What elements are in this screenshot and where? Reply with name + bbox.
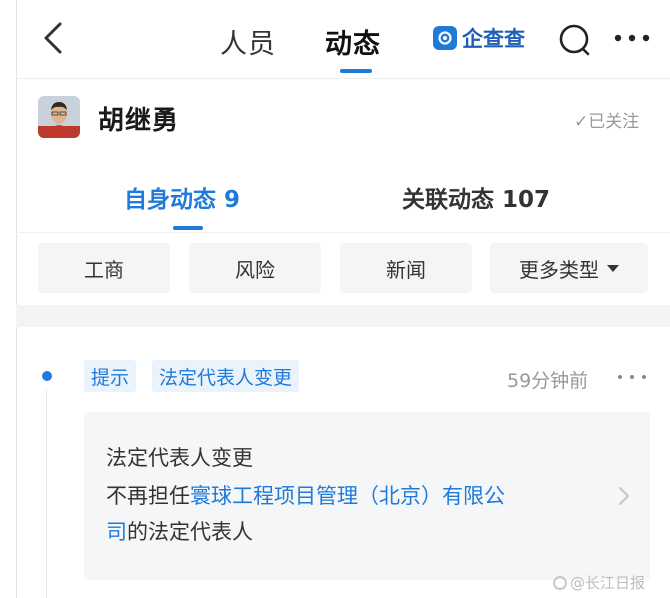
chevron-right-icon — [619, 487, 629, 505]
back-arrow-icon[interactable] — [38, 18, 72, 58]
divider — [16, 232, 670, 233]
filter-label: 更多类型 — [519, 257, 599, 282]
filter-label: 新闻 — [386, 257, 426, 282]
filter-news[interactable]: 新闻 — [340, 243, 472, 293]
tab-self-activity[interactable]: 自身动态 9 — [124, 180, 240, 214]
card-text: 的法定代表人 — [127, 520, 253, 544]
left-divider — [16, 0, 17, 598]
brand-name: 企查查 — [462, 27, 525, 51]
tag-hint: 提示 — [84, 360, 137, 392]
person-name: 胡继勇 — [98, 106, 180, 136]
qichacha-brand-button[interactable]: 企查查 — [433, 24, 525, 52]
company-link-continued[interactable]: 司 — [106, 520, 127, 544]
card-text: 不再担任 — [106, 484, 190, 508]
tab-people[interactable]: 人员 — [220, 22, 276, 61]
card-line-2: 不再担任寰球工程项目管理（北京）有限公 — [106, 480, 505, 510]
watermark-logo-icon — [553, 575, 567, 590]
qichacha-logo-icon — [433, 26, 457, 50]
watermark-text: @长江日报 — [570, 574, 646, 592]
divider — [16, 78, 670, 79]
filter-risk[interactable]: 风险 — [189, 243, 321, 293]
top-nav-bar: 人员 动态 企查查 — [0, 0, 670, 78]
search-icon[interactable] — [557, 22, 593, 58]
active-subtab-indicator — [173, 226, 203, 230]
feed-timestamp: 59分钟前 — [507, 370, 589, 392]
caret-down-icon — [607, 264, 619, 272]
follow-status-button[interactable]: ✓已关注 — [574, 107, 639, 132]
section-separator — [16, 305, 670, 327]
filter-business[interactable]: 工商 — [38, 243, 170, 293]
tab-activity[interactable]: 动态 — [325, 22, 381, 61]
card-line-3: 司的法定代表人 — [106, 516, 253, 546]
tab-related-activity[interactable]: 关联动态 107 — [402, 180, 550, 214]
more-options-icon[interactable] — [612, 26, 652, 50]
timeline-line — [46, 390, 47, 598]
feed-card[interactable]: 法定代表人变更 不再担任寰球工程项目管理（北京）有限公 司的法定代表人 — [84, 412, 650, 580]
tag-legal-rep-change: 法定代表人变更 — [152, 360, 300, 392]
filter-label: 工商 — [84, 257, 124, 282]
company-link[interactable]: 寰球工程项目管理（北京）有限公 — [190, 484, 505, 508]
watermark: @长江日报 — [553, 572, 645, 593]
timeline-dot — [42, 371, 52, 381]
active-tab-indicator — [340, 69, 372, 73]
item-more-options-icon[interactable] — [612, 371, 652, 383]
card-title: 法定代表人变更 — [106, 446, 253, 470]
filter-label: 风险 — [235, 257, 275, 282]
avatar[interactable] — [38, 96, 80, 138]
filter-more-types-dropdown[interactable]: 更多类型 — [490, 243, 648, 293]
